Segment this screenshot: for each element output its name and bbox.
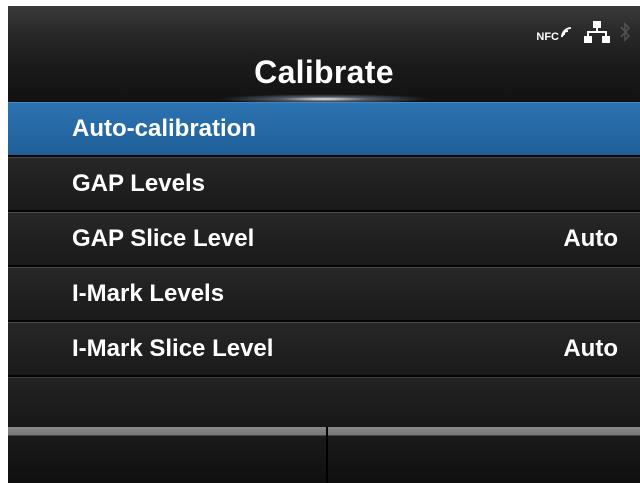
empty-row <box>8 377 640 432</box>
nfc-icon: NFC <box>536 25 574 43</box>
nfc-label: NFC <box>536 31 559 43</box>
function-key-left[interactable] <box>8 427 328 483</box>
status-icons: NFC <box>536 20 631 49</box>
menu-item-label: Auto-calibration <box>72 115 256 142</box>
menu-item-gap-slice-level[interactable]: GAP Slice Level Auto <box>8 212 640 267</box>
page-title: Calibrate <box>254 54 394 90</box>
menu-item-label: I-Mark Slice Level <box>72 335 274 362</box>
menu-item-i-mark-slice-level[interactable]: I-Mark Slice Level Auto <box>8 322 640 377</box>
menu-item-value: Auto <box>563 225 618 252</box>
menu-item-label: GAP Slice Level <box>72 225 255 252</box>
menu-item-auto-calibration[interactable]: Auto-calibration <box>8 102 640 157</box>
menu-item-value: Auto <box>563 335 618 362</box>
printer-screen: NFC Calibrate Auto-calibration GAP Level… <box>8 6 640 483</box>
bluetooth-icon <box>620 21 631 48</box>
menu-list: Auto-calibration GAP Levels GAP Slice Le… <box>8 102 640 432</box>
header-bar: NFC Calibrate <box>8 6 640 104</box>
menu-item-gap-levels[interactable]: GAP Levels <box>8 157 640 212</box>
function-key-right[interactable] <box>328 427 640 483</box>
menu-item-i-mark-levels[interactable]: I-Mark Levels <box>8 267 640 322</box>
function-key-bar <box>8 427 640 483</box>
menu-item-label: GAP Levels <box>72 170 205 197</box>
menu-item-label: I-Mark Levels <box>72 280 225 307</box>
network-icon <box>584 20 610 49</box>
